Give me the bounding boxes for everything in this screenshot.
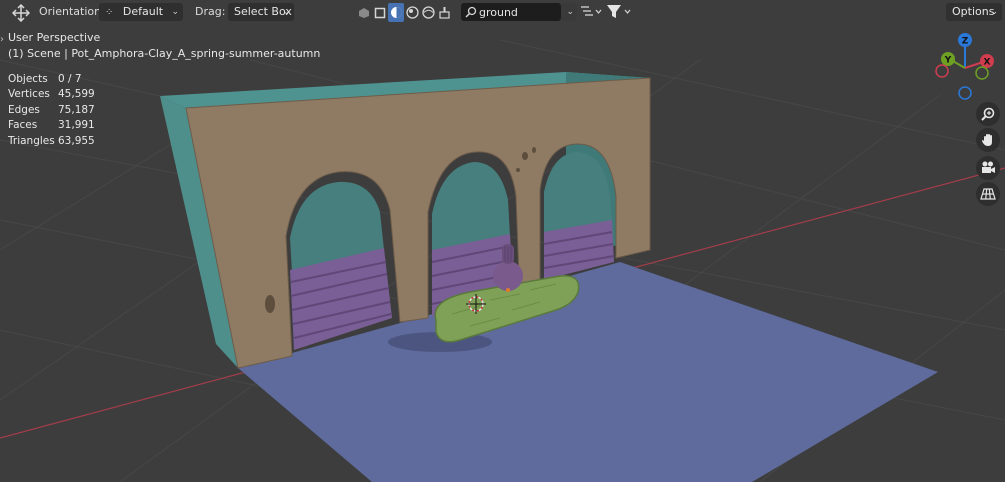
drag-label: Drag: (195, 5, 226, 18)
3d-viewport[interactable]: Orientation: ⁘ Default ⌄ Drag: Select Bo… (0, 0, 1005, 482)
options-label: Options (952, 5, 995, 18)
stat-vertices-value: 45,599 (58, 88, 95, 100)
shading-material-button[interactable] (404, 3, 420, 22)
gizmo-neg-z-axis[interactable] (958, 86, 972, 100)
filter-icon[interactable] (606, 4, 632, 23)
orientation-axes-icon: ⁘ (105, 7, 114, 18)
gizmo-x-label: X (984, 58, 991, 68)
viewport-header: Orientation: ⁘ Default ⌄ Drag: Select Bo… (0, 0, 1005, 25)
perspective-toggle-button[interactable] (976, 182, 1000, 206)
view-name: User Perspective (8, 31, 101, 44)
rendered-shading-icon (421, 6, 435, 19)
camera-view-button[interactable] (976, 156, 1000, 180)
stat-edges-value: 75,187 (58, 104, 95, 116)
zoom-button[interactable] (976, 102, 1000, 126)
chevron-down-icon: ⌄ (171, 7, 179, 17)
sort-list-icon[interactable] (580, 5, 602, 22)
search-dropdown-button[interactable]: ⌄ (561, 3, 577, 21)
drag-dropdown[interactable]: Select Box ⌄ (228, 3, 294, 21)
brush-icon (438, 7, 450, 19)
chevron-down-icon: ⌄ (566, 7, 574, 17)
transform-pivot-icon[interactable] (11, 3, 31, 25)
shading-wireframe-button[interactable] (372, 3, 388, 22)
hand-pan-icon (982, 134, 992, 146)
orientation-value: Default (122, 5, 164, 18)
pan-button[interactable] (976, 128, 1000, 152)
gizmo-neg-y-axis[interactable] (975, 66, 989, 80)
solid-shading-icon (390, 7, 402, 18)
gizmo-neg-x-axis[interactable] (935, 64, 949, 78)
shading-solid-button[interactable] (388, 3, 404, 22)
options-dropdown[interactable]: Options ⌄ (946, 3, 1002, 21)
search-icon (465, 6, 477, 18)
toolbar-toggle-icon[interactable]: › (0, 34, 4, 45)
search-input[interactable] (479, 3, 555, 21)
xray-icon (359, 7, 369, 18)
scene-render[interactable] (0, 0, 1005, 482)
wireframe-icon (374, 7, 386, 18)
orientation-label: Orientation: (39, 5, 105, 18)
gizmo-y-label: Y (944, 56, 952, 66)
navigation-gizmo[interactable]: Z X Y (925, 28, 1003, 104)
chevron-down-icon: ⌄ (990, 7, 998, 17)
search-field[interactable] (461, 3, 561, 21)
grid-perspective-icon (980, 188, 996, 200)
material-preview-icon (405, 6, 419, 19)
stat-edges-label: Edges (8, 104, 40, 116)
stat-faces-label: Faces (8, 119, 38, 131)
stat-faces-value: 31,991 (58, 119, 95, 131)
stat-triangles-value: 63,955 (58, 135, 95, 147)
stat-triangles-label: Triangles (8, 135, 55, 147)
orientation-dropdown[interactable]: ⁘ Default ⌄ (99, 3, 183, 21)
scene-info: (1) Scene | Pot_Amphora-Clay_A_spring-su… (8, 47, 321, 60)
pot-amphora[interactable] (493, 261, 523, 291)
camera-icon (982, 161, 995, 173)
gizmo-z-label: Z (962, 37, 969, 47)
paint-tool-button[interactable] (436, 3, 452, 22)
shading-buttons (356, 3, 452, 22)
chevron-down-icon: ⌄ (282, 7, 290, 17)
stat-objects-label: Objects (8, 73, 48, 85)
stat-objects-value: 0 / 7 (58, 73, 82, 85)
zoom-icon (981, 107, 995, 121)
shading-rendered-button[interactable] (420, 3, 436, 22)
xray-toggle-button[interactable] (356, 3, 372, 22)
stat-vertices-label: Vertices (8, 88, 50, 100)
